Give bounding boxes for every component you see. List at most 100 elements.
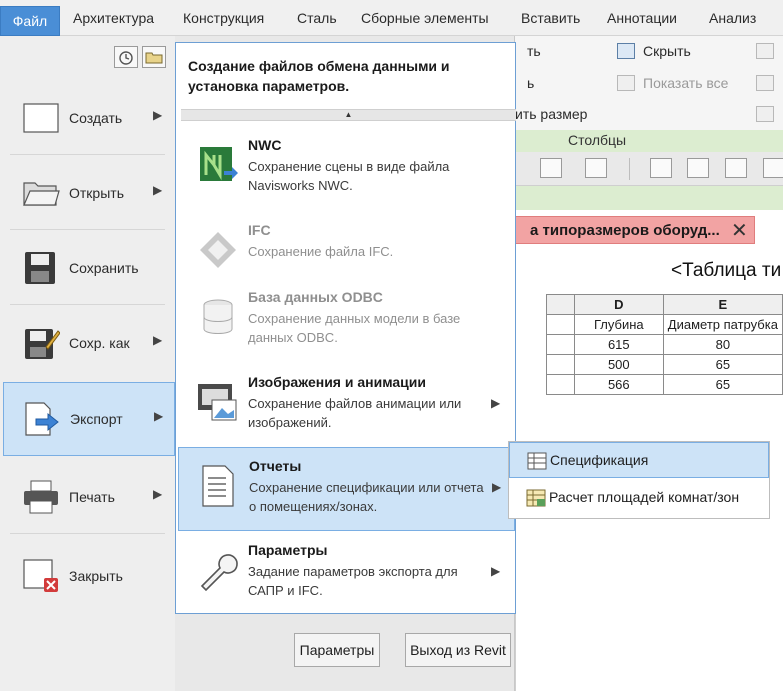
tab-architecture[interactable]: Архитектура <box>73 10 154 26</box>
open-documents-icon[interactable] <box>142 46 166 68</box>
align-center-icon[interactable] <box>687 158 709 178</box>
table-cell[interactable]: 615 <box>573 334 664 355</box>
ribbon-partial-label[interactable]: ь <box>527 75 534 91</box>
table-cell[interactable] <box>546 354 575 375</box>
save-as-icon <box>25 329 60 359</box>
tab-annotate[interactable]: Аннотации <box>607 10 677 26</box>
align-right-icon[interactable] <box>725 158 747 178</box>
ribbon-tool-icon[interactable] <box>756 106 774 122</box>
column-letter-cell[interactable]: D <box>573 294 664 315</box>
exit-revit-button[interactable]: Выход из Revit <box>405 633 511 667</box>
navisworks-icon <box>200 147 238 181</box>
file-menu-left-column: Создать ▶ Открыть ▶ Сохранить Сохр. как … <box>0 36 175 691</box>
separator <box>10 533 165 534</box>
column-letter-cell[interactable] <box>546 294 575 315</box>
options-button[interactable]: Параметры <box>294 633 380 667</box>
table-cell[interactable]: 500 <box>573 354 664 375</box>
table-cell[interactable]: 80 <box>662 334 783 355</box>
table-row: 566 65 <box>546 374 783 395</box>
align-left-icon[interactable] <box>650 158 672 178</box>
flyout-item-schedule[interactable]: Спецификация <box>509 442 769 478</box>
file-menu: Создать ▶ Открыть ▶ Сохранить Сохр. как … <box>0 36 516 691</box>
export-item-odbc[interactable]: База данных ODBC Сохранение данных модел… <box>178 279 515 363</box>
menu-item-export[interactable]: Экспорт ▶ <box>3 382 175 456</box>
hide-button[interactable]: Скрыть <box>643 43 691 59</box>
new-file-icon <box>23 103 59 133</box>
show-all-button[interactable]: Показать все <box>643 75 728 91</box>
recent-documents-icon[interactable] <box>114 46 138 68</box>
submenu-arrow-icon: ▶ <box>153 487 163 501</box>
menu-item-label: Экспорт <box>70 411 123 427</box>
ribbon-panel-title: Столбцы <box>515 130 783 152</box>
menu-item-save[interactable]: Сохранить <box>0 232 175 304</box>
scroll-up-button[interactable]: ▲ <box>181 109 516 121</box>
schedule-toolbar <box>515 152 783 186</box>
export-item-nwc[interactable]: NWC Сохранение сцены в виде файла Navisw… <box>178 127 515 211</box>
insert-rows-icon[interactable] <box>540 158 562 178</box>
document-tab[interactable]: а типоразмеров оборуд... ✕ <box>515 216 755 244</box>
resize-button[interactable]: ить размер <box>515 106 587 122</box>
tab-file[interactable]: Файл <box>0 6 60 36</box>
room-area-report-icon <box>526 489 546 507</box>
header-cell[interactable]: Диаметр патрубка <box>662 314 783 335</box>
export-submenu: Создание файлов обмена данными и установ… <box>175 42 516 614</box>
delete-rows-icon[interactable] <box>585 158 607 178</box>
table-cell[interactable] <box>546 374 575 395</box>
export-item-title: Изображения и анимации <box>248 374 426 390</box>
report-document-icon <box>202 465 234 507</box>
menu-item-label: Сохранить <box>69 260 139 276</box>
wrench-icon <box>200 554 238 592</box>
submenu-arrow-icon: ▶ <box>153 183 163 197</box>
submenu-arrow-icon: ▶ <box>153 333 163 347</box>
export-item-reports[interactable]: Отчеты Сохранение спецификации или отчет… <box>178 447 515 531</box>
table-cell[interactable]: 566 <box>573 374 664 395</box>
table-row: 500 65 <box>546 354 783 375</box>
ribbon-partial-label[interactable]: ть <box>527 43 541 59</box>
menu-item-label: Печать <box>69 489 115 505</box>
menu-item-close[interactable]: Закрыть <box>0 540 175 612</box>
table-row: 615 80 <box>546 334 783 355</box>
show-all-icon <box>617 75 635 91</box>
export-item-description: Задание параметров экспорта для САПР и I… <box>248 564 458 598</box>
header-cell[interactable] <box>546 314 575 335</box>
export-item-title: Отчеты <box>249 458 302 474</box>
schedule-table: D E Глубина Диаметр патрубка 615 80 500 … <box>546 294 783 395</box>
ribbon-strip <box>515 186 783 210</box>
tab-analyze[interactable]: Анализ <box>709 10 756 26</box>
menu-item-label: Открыть <box>69 185 124 201</box>
separator <box>10 304 165 305</box>
export-item-description: Сохранение файла IFC. <box>248 244 394 259</box>
table-cell[interactable]: 65 <box>662 354 783 375</box>
tab-insert[interactable]: Вставить <box>521 10 580 26</box>
table-cell[interactable] <box>546 334 575 355</box>
schedule-title: <Таблица ти <box>671 260 782 281</box>
submenu-arrow-icon: ▶ <box>154 409 164 423</box>
menu-item-save-as[interactable]: Сохр. как ▶ <box>0 307 175 379</box>
reports-flyout: Спецификация Расчет площадей комнат/зон <box>508 441 770 519</box>
tab-steel[interactable]: Сталь <box>297 10 337 26</box>
menu-item-open[interactable]: Открыть ▶ <box>0 157 175 229</box>
export-item-options[interactable]: Параметры Задание параметров экспорта дл… <box>178 532 515 616</box>
toolbar-separator <box>629 158 630 180</box>
ifc-icon <box>200 232 236 268</box>
close-icon[interactable]: ✕ <box>731 218 748 243</box>
export-item-title: IFC <box>248 222 271 238</box>
column-letter-cell[interactable]: E <box>662 294 783 315</box>
database-icon <box>203 299 233 334</box>
menu-item-new[interactable]: Создать ▶ <box>0 82 175 154</box>
ribbon-tool-icon[interactable] <box>756 75 774 91</box>
export-item-images-animations[interactable]: Изображения и анимации Сохранение файлов… <box>178 364 515 448</box>
ribbon-panel: ть ь Скрыть Показать все ить размер <box>515 36 783 132</box>
save-disk-icon <box>25 252 55 284</box>
align-justify-icon[interactable] <box>763 158 783 178</box>
ribbon-tool-icon[interactable] <box>756 43 774 59</box>
table-cell[interactable]: 65 <box>662 374 783 395</box>
export-icon <box>25 402 59 436</box>
export-item-description: Сохранение спецификации или отчета о пом… <box>249 480 484 514</box>
tab-structure[interactable]: Конструкция <box>183 10 264 26</box>
tab-precast[interactable]: Сборные элементы <box>361 10 489 26</box>
export-item-description: Сохранение данных модели в базе данных O… <box>248 311 461 345</box>
flyout-item-room-area-report[interactable]: Расчет площадей комнат/зон <box>509 480 769 516</box>
menu-item-print[interactable]: Печать ▶ <box>0 461 175 533</box>
header-cell[interactable]: Глубина <box>573 314 664 335</box>
